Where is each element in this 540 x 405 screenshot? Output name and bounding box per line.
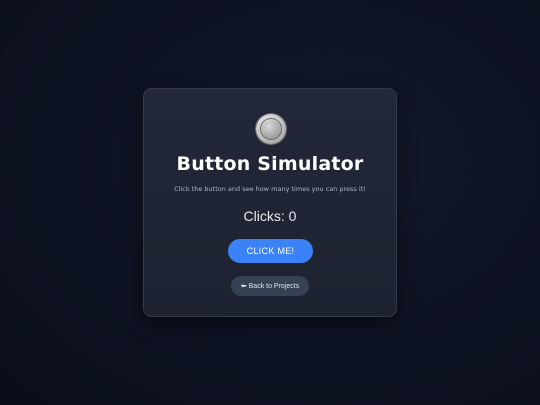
round-button-icon-inner <box>261 119 281 139</box>
back-to-projects-button[interactable]: ⬅ Back to Projects <box>231 276 309 296</box>
round-button-icon <box>256 114 286 144</box>
page-subtitle: Click the button and see how many times … <box>174 185 366 193</box>
back-arrow-icon: ⬅ <box>240 282 247 290</box>
back-button-label: Back to Projects <box>248 282 300 290</box>
simulator-card: Button Simulator Click the button and se… <box>143 88 397 317</box>
click-me-button[interactable]: CLICK ME! <box>228 239 313 263</box>
page-title: Button Simulator <box>176 153 364 175</box>
click-counter: Clicks: 0 <box>243 208 297 224</box>
